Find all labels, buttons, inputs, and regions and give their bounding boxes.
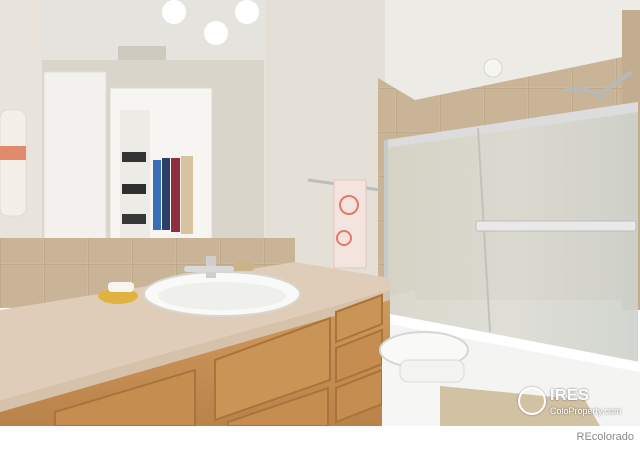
shower-door-handle bbox=[475, 220, 637, 232]
reflected-shoes-2 bbox=[122, 184, 146, 194]
towel bbox=[333, 179, 367, 269]
hand-towel bbox=[0, 109, 27, 217]
faucet-base bbox=[184, 266, 234, 272]
reflected-clothes-blue bbox=[153, 160, 161, 230]
reflected-clothes-navy bbox=[162, 158, 170, 230]
reflected-light-2 bbox=[204, 21, 228, 45]
ceiling-light bbox=[483, 58, 503, 78]
toilet-bowl bbox=[399, 359, 465, 383]
reflected-light-3 bbox=[235, 0, 259, 24]
soap-bar bbox=[108, 282, 134, 292]
ires-watermark: IRES ColoProperty.com bbox=[516, 385, 640, 421]
listing-photo: IRES ColoProperty.com bbox=[0, 0, 640, 426]
photo-footer: REcolorado bbox=[0, 426, 640, 450]
reflected-shoes-3 bbox=[122, 214, 146, 224]
bathroom-scene bbox=[0, 0, 640, 426]
reflected-vent bbox=[118, 46, 166, 60]
sink-basin bbox=[158, 282, 286, 310]
reflected-clothes-tan bbox=[181, 156, 193, 234]
photo-credit: REcolorado bbox=[576, 431, 634, 443]
counter-item bbox=[234, 262, 254, 271]
reflected-door bbox=[43, 71, 107, 245]
hand-towel-stripe bbox=[0, 146, 26, 160]
watermark-brand: IRES bbox=[550, 387, 590, 404]
reflected-light-1 bbox=[162, 0, 186, 24]
reflected-shoes bbox=[122, 152, 146, 162]
watermark-site: ColoProperty.com bbox=[550, 406, 622, 416]
house-logo-icon bbox=[518, 387, 546, 415]
reflected-clothes-red bbox=[171, 158, 180, 232]
